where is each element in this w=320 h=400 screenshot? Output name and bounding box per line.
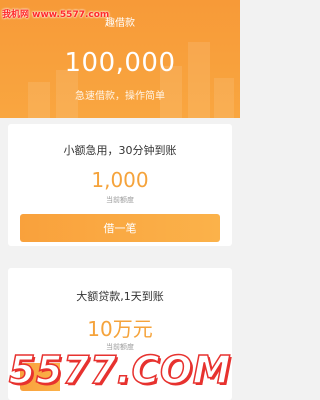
borrow-button[interactable]: 借一笔 bbox=[20, 214, 220, 242]
card-amount: 10万元 bbox=[87, 317, 153, 341]
card-amount: 1,000 bbox=[91, 168, 149, 192]
card-title: 大额贷款,1天到账 bbox=[76, 290, 164, 303]
card-subtitle: 当前额度 bbox=[106, 196, 134, 204]
small-loan-card[interactable]: 小额急用，30分钟到账 1,000 当前额度 借一笔 bbox=[8, 124, 232, 246]
max-loan-amount: 100,000 bbox=[64, 48, 176, 78]
tagline: 急速借款，操作简单 bbox=[75, 91, 165, 102]
header-banner: 我机网 www.5577.com 趣借款 100,000 急速借款，操作简单 bbox=[0, 0, 240, 118]
app-title: 趣借款 bbox=[105, 18, 135, 29]
card-title: 小额急用，30分钟到账 bbox=[63, 144, 177, 157]
site-logo-watermark: 5577.COM bbox=[8, 347, 232, 393]
